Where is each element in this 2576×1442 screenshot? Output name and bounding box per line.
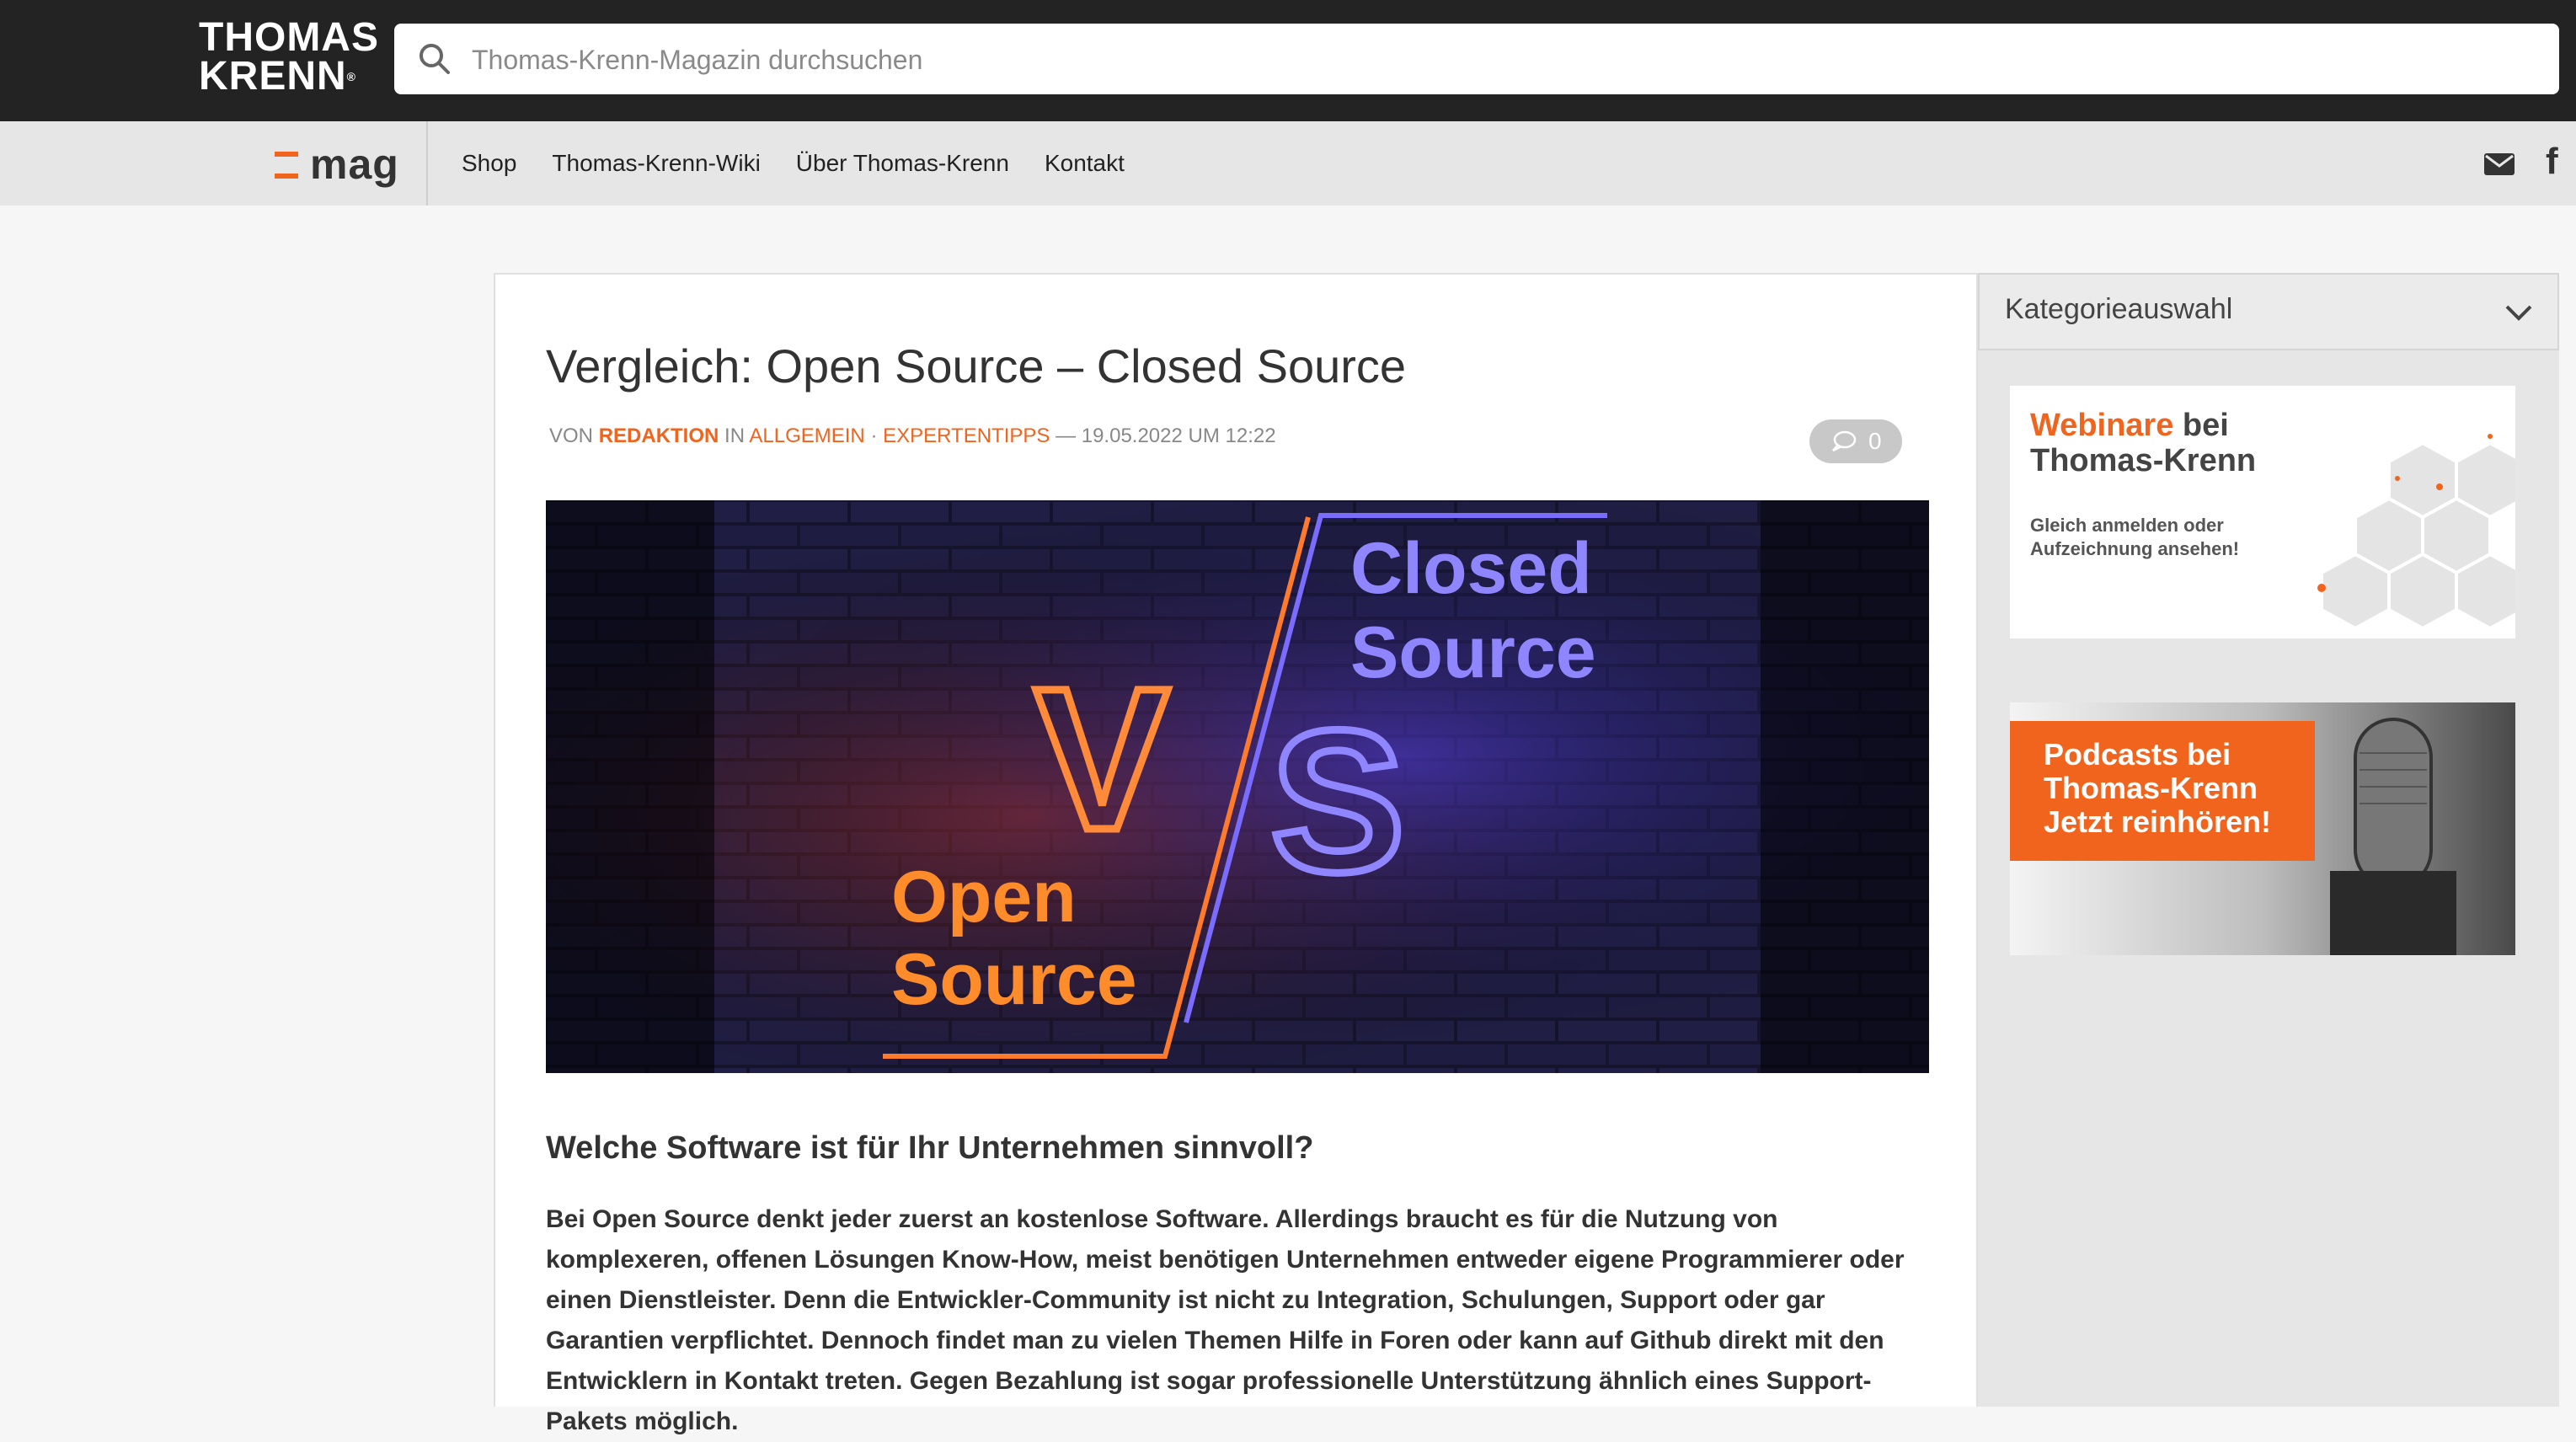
article-subheading: Welche Software ist für Ihr Unternehmen … xyxy=(546,1130,1314,1166)
category-select[interactable]: Kategorieauswahl xyxy=(1978,273,2559,350)
logo-line2: KRENN xyxy=(199,54,347,99)
article-title: Vergleich: Open Source – Closed Source xyxy=(546,339,1407,393)
hero-open-word: Open xyxy=(891,857,1077,937)
nav-link-about[interactable]: Über Thomas-Krenn xyxy=(796,150,1009,177)
article-meta: VON REDAKTION IN ALLGEMEIN · EXPERTENTIP… xyxy=(549,425,1276,448)
category-select-label: Kategorieauswahl xyxy=(2005,293,2233,325)
article-card: Vergleich: Open Source – Closed Source V… xyxy=(494,273,1978,1435)
meta-separator: · xyxy=(870,425,878,447)
sidebar: Kategorieauswahl Webinare bei Thomas-Kre… xyxy=(1978,273,2559,1407)
mail-icon[interactable] xyxy=(2483,147,2515,180)
nav-link-wiki[interactable]: Thomas-Krenn-Wiki xyxy=(552,150,760,177)
hero-open-source-word: Source xyxy=(891,939,1137,1020)
hero-v-letter: V xyxy=(1034,646,1169,872)
nav-bar: mag Shop Thomas-Krenn-Wiki Über Thomas-K… xyxy=(0,121,2576,206)
hero-image-open-vs-closed: V S Open Source Closed Source xyxy=(546,500,1929,1073)
meta-date: 19.05.2022 UM 12:22 xyxy=(1081,425,1276,447)
comment-bubble-icon xyxy=(1832,430,1857,452)
meta-in: IN xyxy=(724,425,746,447)
podcasts-banner[interactable]: Podcasts bei Thomas-Krenn Jetzt reinhöre… xyxy=(2010,702,2515,955)
nav-link-shop[interactable]: Shop xyxy=(462,150,516,177)
nav-links: Shop Thomas-Krenn-Wiki Über Thomas-Krenn… xyxy=(462,121,1160,206)
webinare-sub-line2: Aufzeichnung ansehen! xyxy=(2030,538,2240,559)
webinare-highlight: Webinare xyxy=(2030,408,2174,443)
hero-s-letter: S xyxy=(1270,688,1405,914)
webinare-banner-subtitle: Gleich anmelden oder Aufzeichnung ansehe… xyxy=(2030,514,2239,561)
hexagon-network-graphic xyxy=(2317,434,2515,631)
mag-brand-text: mag xyxy=(310,141,399,188)
podcasts-line3: Jetzt reinhören! xyxy=(2044,804,2272,839)
podcasts-banner-text: Podcasts bei Thomas-Krenn Jetzt reinhöre… xyxy=(2044,738,2271,839)
meta-by: VON xyxy=(549,425,594,447)
hero-closed-word: Closed xyxy=(1350,528,1592,609)
facebook-icon[interactable]: f xyxy=(2546,140,2571,184)
meta-category-expertentipps[interactable]: EXPERTENTIPPS xyxy=(883,425,1050,447)
logo-registered-mark: ® xyxy=(346,70,356,83)
meta-author-link[interactable]: REDAKTION xyxy=(599,425,719,447)
comment-count: 0 xyxy=(1868,428,1882,454)
meta-category-allgemein[interactable]: ALLGEMEIN xyxy=(749,425,864,447)
podcasts-line2: Thomas-Krenn xyxy=(2044,771,2258,805)
podcasts-line1: Podcasts bei xyxy=(2044,737,2231,772)
nav-link-contact[interactable]: Kontakt xyxy=(1045,150,1125,177)
comments-count-badge[interactable]: 0 xyxy=(1809,419,1902,463)
mag-logo[interactable]: mag xyxy=(270,138,421,189)
top-bar: THOMAS KRENN® xyxy=(0,0,2576,121)
article-paragraph: Bei Open Source denkt jeder zuerst an ko… xyxy=(546,1205,1905,1435)
meta-dash: — xyxy=(1056,425,1077,447)
nav-divider xyxy=(426,121,428,206)
mag-bars-icon xyxy=(275,148,298,180)
thomas-krenn-logo[interactable]: THOMAS KRENN® xyxy=(199,18,378,103)
search-input[interactable] xyxy=(470,24,2529,96)
chevron-down-icon xyxy=(2505,305,2532,321)
hero-closed-source-word: Source xyxy=(1350,612,1596,693)
search-box[interactable] xyxy=(394,24,2559,96)
search-icon xyxy=(420,44,450,74)
webinare-sub-line1: Gleich anmelden oder xyxy=(2030,515,2224,536)
podcasts-orange-box: Podcasts bei Thomas-Krenn Jetzt reinhöre… xyxy=(2010,721,2315,861)
webinare-banner[interactable]: Webinare bei Thomas-Krenn Gleich anmelde… xyxy=(2010,386,2515,638)
